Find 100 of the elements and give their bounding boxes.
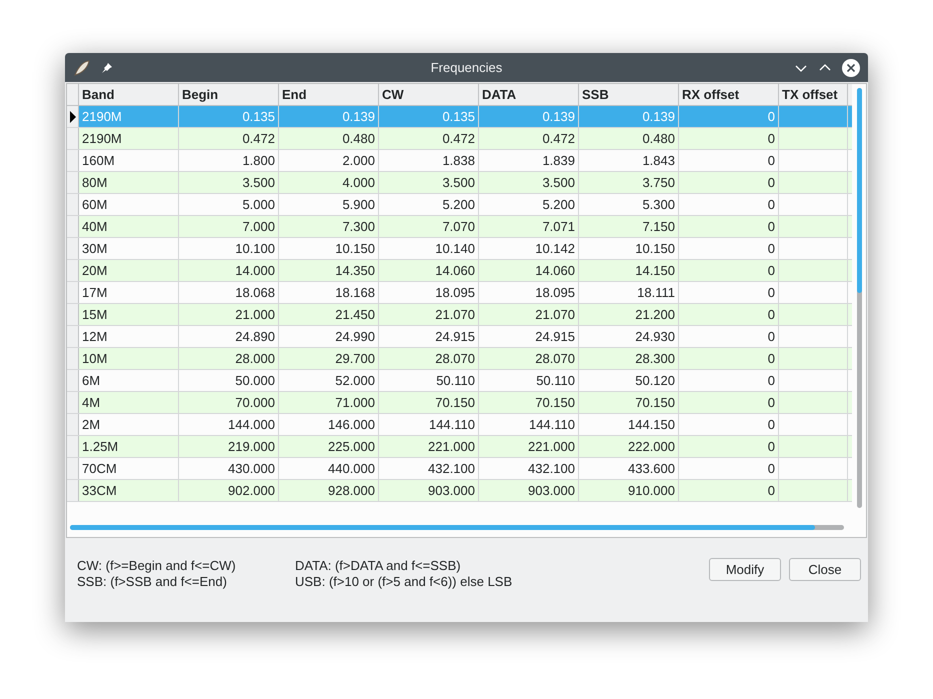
table-cell: 15M [79, 304, 179, 325]
column-header[interactable]: DATA [479, 84, 579, 105]
table-cell: 0 [679, 238, 779, 259]
table-cell: 80M [79, 172, 179, 193]
table-row[interactable]: 1.25M 219.000 225.000 221.000 221.000 222.000 0 [67, 436, 852, 458]
table-cell: 1.25M [79, 436, 179, 457]
table-cell: 10.100 [179, 238, 279, 259]
column-header[interactable]: TX offset [779, 84, 848, 105]
table-cell: 10.142 [479, 238, 579, 259]
vertical-scrollbar[interactable] [856, 88, 862, 508]
table-cell: 24.915 [479, 326, 579, 347]
table-cell: 0 [679, 414, 779, 435]
table-cell: 0.139 [579, 106, 679, 127]
table-cell: 0.480 [279, 128, 379, 149]
column-header[interactable]: CW [379, 84, 479, 105]
column-header[interactable]: SSB [579, 84, 679, 105]
table-cell: 0 [679, 304, 779, 325]
table-cell: 0 [679, 326, 779, 347]
rule-text: DATA: (f>DATA and f<=SSB) [295, 558, 462, 574]
table-cell: 144.110 [379, 414, 479, 435]
horizontal-scrollbar[interactable] [70, 524, 844, 530]
table-cell: 0.472 [479, 128, 579, 149]
table-cell: 14.350 [279, 260, 379, 281]
table-cell: 0.480 [579, 128, 679, 149]
table-cell: 0 [679, 172, 779, 193]
table-cell: 903.000 [379, 480, 479, 501]
table-cell: 29.700 [279, 348, 379, 369]
table-cell: 0 [679, 260, 779, 281]
table-cell: 3.500 [379, 172, 479, 193]
close-button[interactable]: Close [789, 558, 861, 581]
table-cell: 0.472 [379, 128, 479, 149]
table-cell: 160M [79, 150, 179, 171]
table-row[interactable]: 6M 50.000 52.000 50.110 50.110 50.120 0 [67, 370, 852, 392]
table-row[interactable]: 17M 18.068 18.168 18.095 18.095 18.111 0 [67, 282, 852, 304]
table-row[interactable]: 30M 10.100 10.150 10.140 10.142 10.150 0 [67, 238, 852, 260]
table-cell: 3.500 [179, 172, 279, 193]
table-row[interactable]: 70CM 430.000 440.000 432.100 432.100 433.600 0 [67, 458, 852, 480]
table-cell: 1.800 [179, 150, 279, 171]
table-cell: 24.930 [579, 326, 679, 347]
table-cell: 0 [679, 392, 779, 413]
pin-icon[interactable] [101, 62, 113, 74]
table-cell: 0 [679, 370, 779, 391]
table-cell: 1.839 [479, 150, 579, 171]
table-cell: 219.000 [179, 436, 279, 457]
table-cell: 28.300 [579, 348, 679, 369]
table-cell: 433.600 [579, 458, 679, 479]
table-cell: 0.139 [479, 106, 579, 127]
table-cell: 50.000 [179, 370, 279, 391]
close-icon[interactable] [842, 58, 860, 76]
table-cell: 0 [679, 348, 779, 369]
table-row[interactable]: 10M 28.000 29.700 28.070 28.070 28.300 0 [67, 348, 852, 370]
table-cell: 144.150 [579, 414, 679, 435]
table-cell: 24.990 [279, 326, 379, 347]
table-cell: 10.150 [279, 238, 379, 259]
table-cell: 21.070 [379, 304, 479, 325]
table-cell: 146.000 [279, 414, 379, 435]
table-cell: 70CM [79, 458, 179, 479]
table-row[interactable]: 40M 7.000 7.300 7.070 7.071 7.150 0 [67, 216, 852, 238]
column-header[interactable]: Band [79, 84, 179, 105]
table-row[interactable]: 20M 14.000 14.350 14.060 14.060 14.150 0 [67, 260, 852, 282]
row-header[interactable] [67, 106, 79, 127]
table-cell: 0 [679, 436, 779, 457]
table-cell: 4.000 [279, 172, 379, 193]
table-cell: 5.200 [479, 194, 579, 215]
table-cell: 14.150 [579, 260, 679, 281]
table-cell: 6M [79, 370, 179, 391]
table-row[interactable]: 4M 70.000 71.000 70.150 70.150 70.150 0 [67, 392, 852, 414]
table-cell: 18.111 [579, 282, 679, 303]
table-cell: 5.000 [179, 194, 279, 215]
table-cell: 17M [79, 282, 179, 303]
table-cell: 222.000 [579, 436, 679, 457]
table-cell: 1.843 [579, 150, 679, 171]
column-header[interactable]: Begin [179, 84, 279, 105]
table-row[interactable]: 60M 5.000 5.900 5.200 5.200 5.300 0 [67, 194, 852, 216]
table-cell: 0.139 [279, 106, 379, 127]
table-row[interactable]: 80M 3.500 4.000 3.500 3.500 3.750 0 [67, 172, 852, 194]
column-header[interactable]: RX offset [679, 84, 779, 105]
table-row[interactable]: 2M 144.000 146.000 144.110 144.110 144.150 0 [67, 414, 852, 436]
table-row[interactable]: 33CM 902.000 928.000 903.000 903.000 910.000 0 [67, 480, 852, 502]
table-row[interactable]: 160M 1.800 2.000 1.838 1.839 1.843 0 [67, 150, 852, 172]
table-cell: 0 [679, 282, 779, 303]
table-row[interactable]: 15M 21.000 21.450 21.070 21.070 21.200 0 [67, 304, 852, 326]
table-cell: 144.000 [179, 414, 279, 435]
column-header[interactable]: End [279, 84, 379, 105]
table-cell: 28.070 [379, 348, 479, 369]
table-cell: 0 [679, 458, 779, 479]
table-cell: 0.135 [179, 106, 279, 127]
table-cell: 70.150 [479, 392, 579, 413]
table-row[interactable]: 12M 24.890 24.990 24.915 24.915 24.930 0 [67, 326, 852, 348]
table-cell: 14.060 [479, 260, 579, 281]
table-row[interactable]: 2190M 0.472 0.480 0.472 0.472 0.480 0 [67, 128, 852, 150]
table-cell: 12M [79, 326, 179, 347]
table-cell: 7.300 [279, 216, 379, 237]
modify-button[interactable]: Modify [709, 558, 781, 581]
table-cell: 18.068 [179, 282, 279, 303]
table-cell: 7.000 [179, 216, 279, 237]
table-cell: 2M [79, 414, 179, 435]
table-cell: 30M [79, 238, 179, 259]
table-cell: 910.000 [579, 480, 679, 501]
table-cell: 7.071 [479, 216, 579, 237]
